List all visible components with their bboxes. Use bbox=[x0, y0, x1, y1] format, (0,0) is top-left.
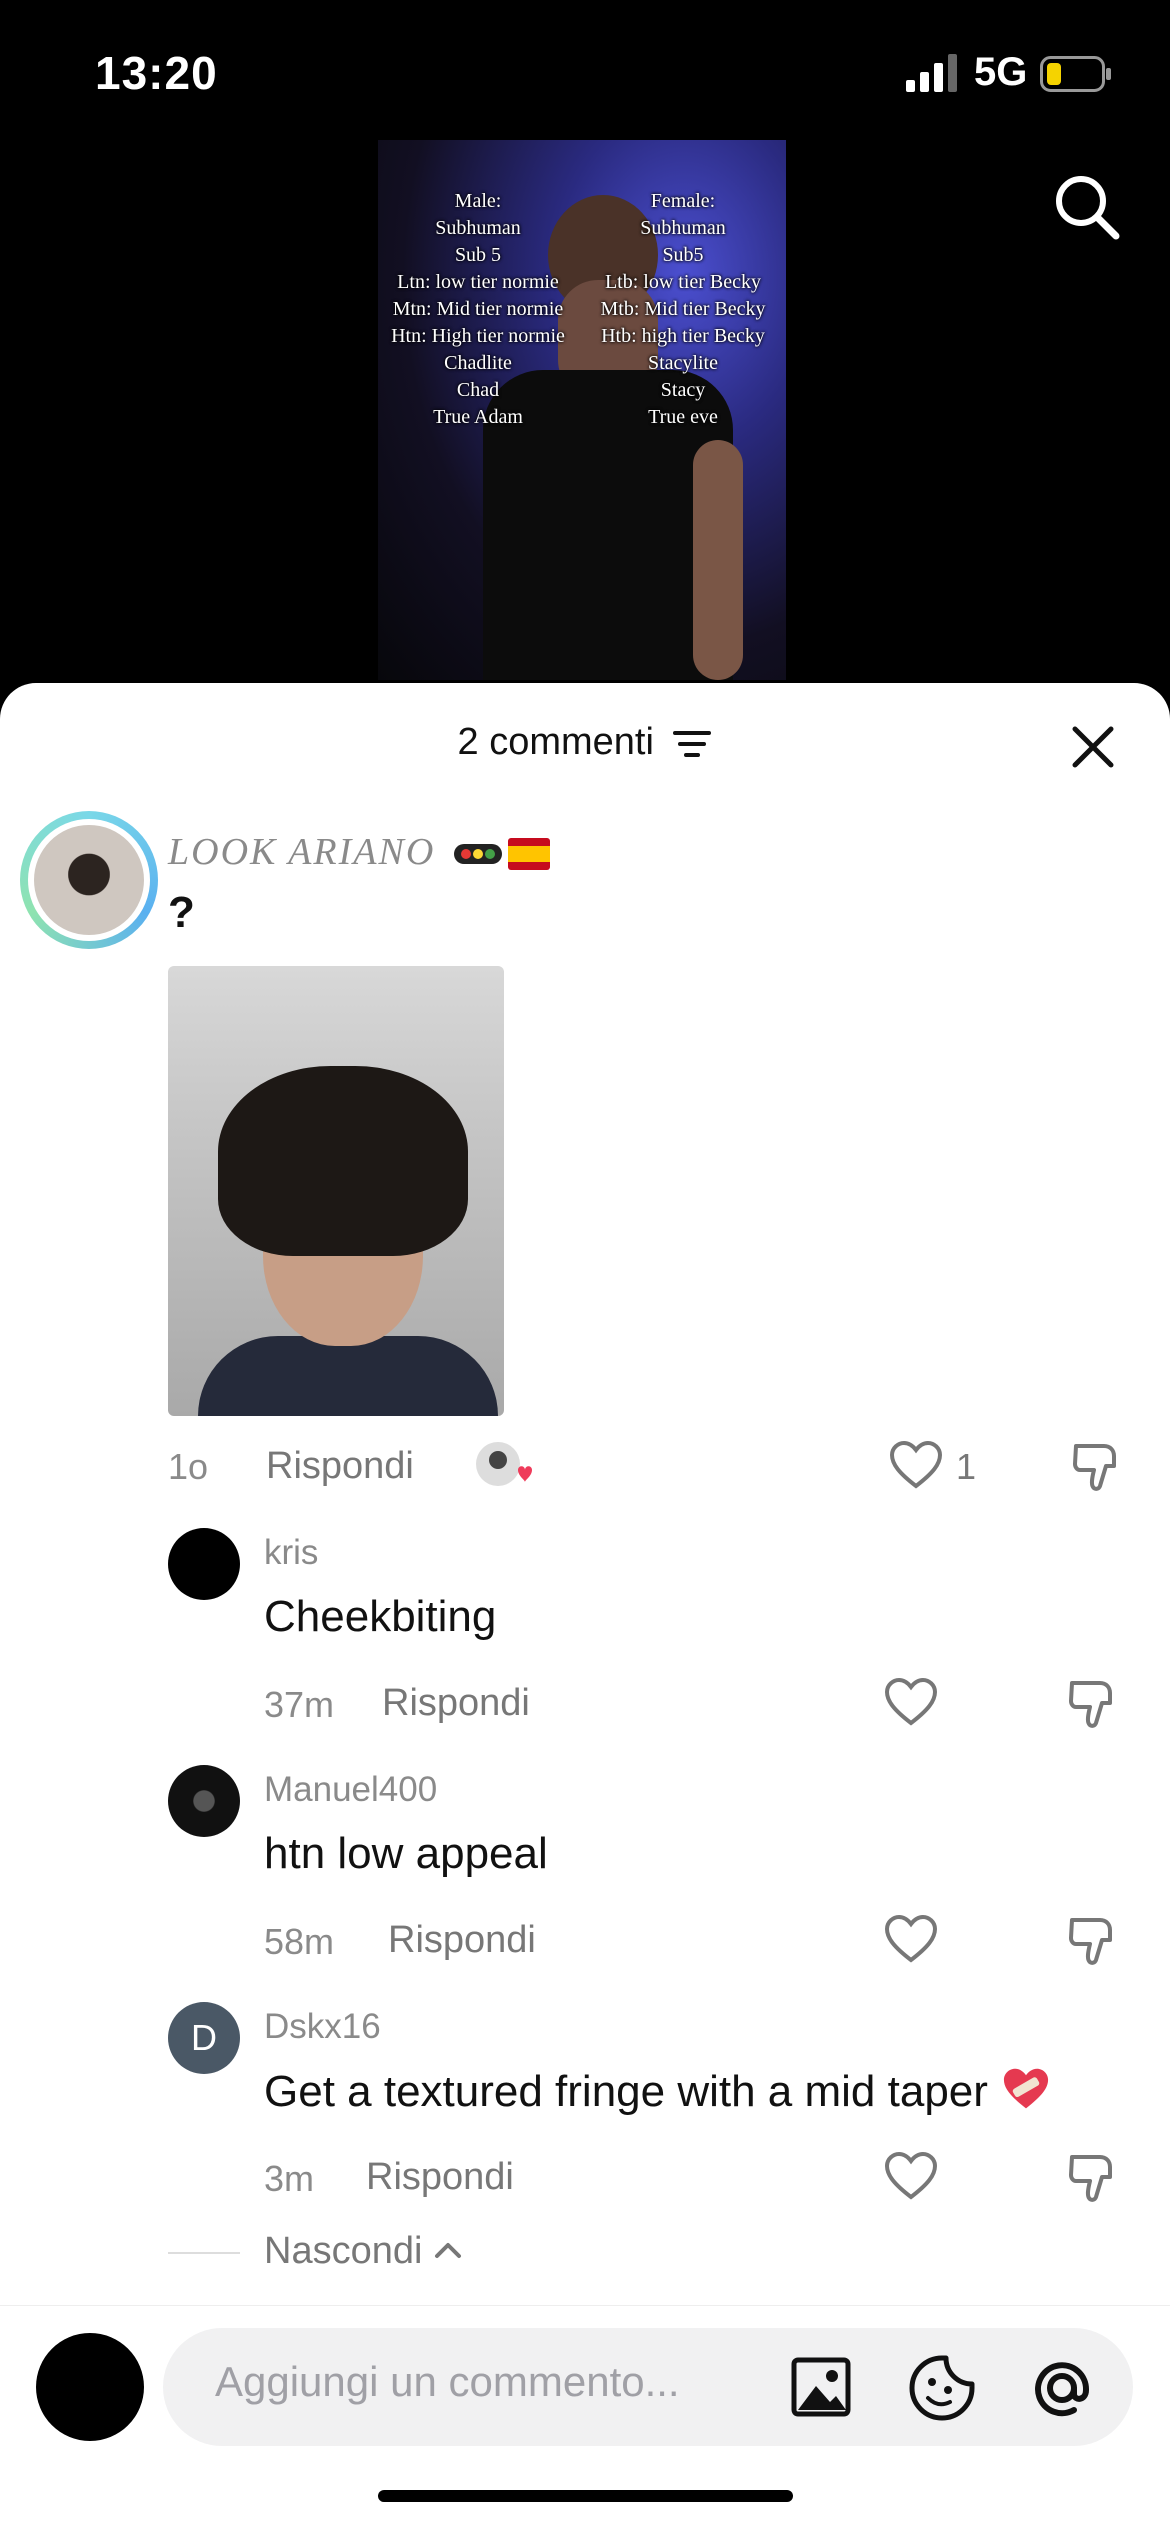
cellular-signal-icon bbox=[906, 54, 957, 92]
dislike-icon[interactable] bbox=[1070, 1440, 1124, 1494]
reply-button[interactable]: Rispondi bbox=[266, 1445, 414, 1488]
video-female-list: Female: Subhuman Sub5 Ltb: low tier Beck… bbox=[600, 190, 766, 428]
comment-time: 1o bbox=[168, 1446, 209, 1487]
dislike-icon[interactable] bbox=[1066, 2151, 1120, 2205]
replies-divider bbox=[168, 2252, 240, 2254]
video-person-arm bbox=[693, 440, 743, 680]
chevron-up-icon bbox=[434, 2243, 461, 2258]
dislike-icon[interactable] bbox=[1066, 1914, 1120, 1968]
mending-heart-icon bbox=[1004, 2068, 1049, 2109]
photo-hair bbox=[218, 1066, 468, 1256]
comment-input-placeholder: Aggiungi un commento... bbox=[215, 2358, 680, 2405]
comments-sheet: 2 commenti bbox=[0, 683, 1170, 2532]
comment-time: 3m bbox=[264, 2158, 315, 2199]
like-heart-icon[interactable] bbox=[889, 1440, 943, 1490]
search-icon[interactable] bbox=[1050, 170, 1122, 242]
comment-text: Cheekbiting bbox=[264, 1592, 497, 1641]
battery-icon bbox=[1040, 56, 1111, 92]
my-avatar bbox=[36, 2333, 144, 2441]
comment-text: Get a textured fringe with a mid taper bbox=[264, 2066, 1052, 2117]
network-type: 5G bbox=[974, 50, 1028, 94]
image-icon[interactable] bbox=[790, 2356, 852, 2418]
comment-attached-image[interactable] bbox=[168, 966, 504, 1416]
comment-text: ? bbox=[168, 888, 195, 937]
mention-at-icon[interactable] bbox=[1028, 2354, 1096, 2422]
avatar-photo bbox=[34, 825, 144, 935]
avatar-manuel400[interactable] bbox=[168, 1765, 240, 1837]
avatar-dskx16[interactable]: D bbox=[168, 2002, 240, 2074]
comment-username[interactable]: LOOK ARIANO bbox=[168, 830, 435, 874]
dislike-icon[interactable] bbox=[1066, 1677, 1120, 1731]
avatar-look-ariano[interactable] bbox=[20, 811, 158, 949]
comment-username[interactable]: kris bbox=[264, 1533, 318, 1573]
emoji-sticker-icon[interactable] bbox=[908, 2354, 976, 2422]
comment-time: 58m bbox=[264, 1921, 335, 1962]
comments-count-title: 2 commenti bbox=[457, 721, 654, 763]
status-time: 13:20 bbox=[95, 47, 218, 99]
video-male-list: Male: Subhuman Sub 5 Ltn: low tier normi… bbox=[391, 190, 565, 428]
comment-text: htn low appeal bbox=[264, 1829, 548, 1878]
photo-shirt bbox=[198, 1336, 498, 1416]
like-count: 1 bbox=[956, 1446, 977, 1487]
reply-button[interactable]: Rispondi bbox=[366, 2156, 514, 2199]
video-preview[interactable]: Male: Subhuman Sub 5 Ltn: low tier normi… bbox=[378, 140, 786, 680]
creator-liked-icon bbox=[476, 1442, 532, 1486]
like-heart-icon[interactable] bbox=[884, 2151, 938, 2201]
status-bar: 13:20 5G bbox=[0, 0, 1170, 140]
home-indicator[interactable] bbox=[378, 2490, 793, 2502]
sort-filter-icon[interactable] bbox=[672, 727, 712, 761]
close-icon[interactable] bbox=[1065, 719, 1121, 775]
comments-header[interactable]: 2 commenti bbox=[0, 721, 1170, 764]
comment-username[interactable]: Dskx16 bbox=[264, 2007, 381, 2047]
avatar-kris[interactable] bbox=[168, 1528, 240, 1600]
reply-button[interactable]: Rispondi bbox=[382, 1682, 530, 1725]
like-heart-icon[interactable] bbox=[884, 1677, 938, 1727]
hide-replies-button[interactable]: Nascondi bbox=[264, 2230, 463, 2273]
traffic-light-spain-flag-icon bbox=[454, 838, 550, 870]
comment-time: 37m bbox=[264, 1684, 335, 1725]
like-heart-icon[interactable] bbox=[884, 1914, 938, 1964]
reply-button[interactable]: Rispondi bbox=[388, 1919, 536, 1962]
comment-username[interactable]: Manuel400 bbox=[264, 1770, 437, 1810]
